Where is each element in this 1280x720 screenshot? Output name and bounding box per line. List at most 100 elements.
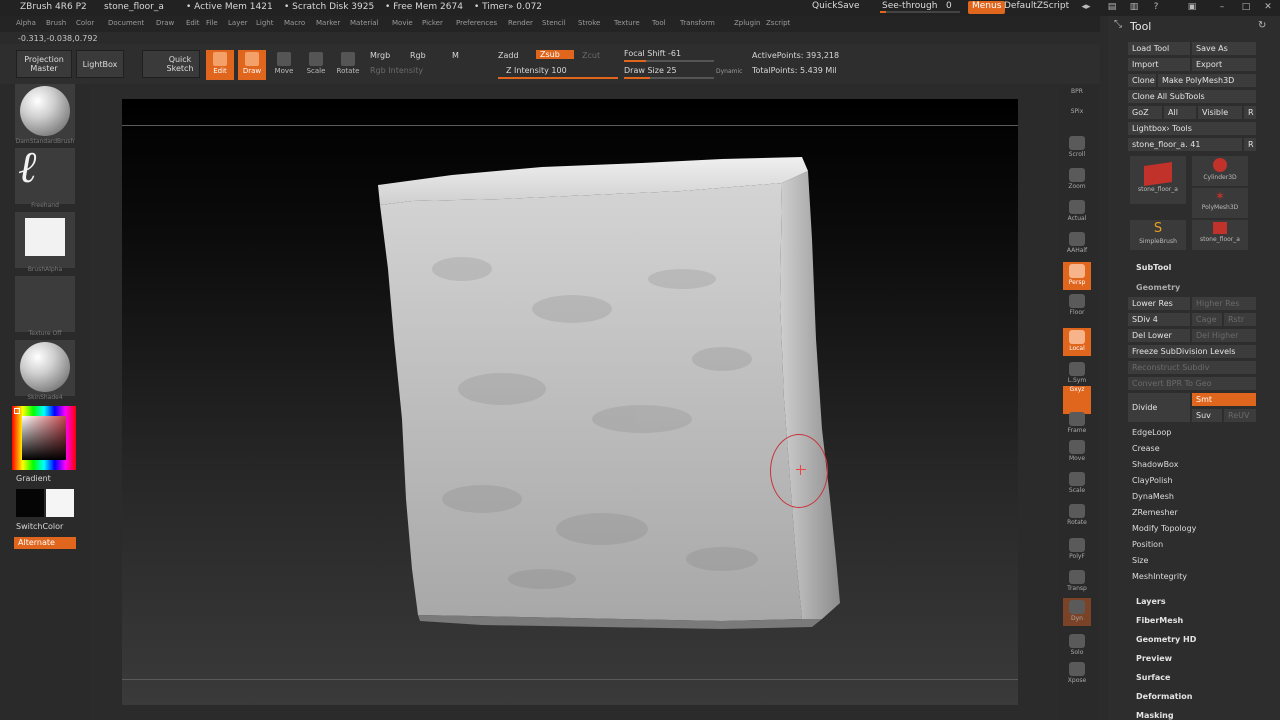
menu-render[interactable]: Render	[508, 19, 533, 27]
menu-transform[interactable]: Transform	[680, 19, 715, 27]
smt-button[interactable]: Smt	[1192, 393, 1256, 406]
draw-size-slider[interactable]: Draw Size 25	[624, 66, 677, 75]
quick-sketch-button[interactable]: Quick Sketch	[142, 50, 200, 78]
del-higher-button[interactable]: Del Higher	[1192, 329, 1256, 342]
preview-section[interactable]: Preview	[1136, 654, 1172, 663]
goz-button[interactable]: GoZ	[1128, 106, 1162, 119]
dynamic-button[interactable]: Dynamic	[716, 68, 742, 75]
menu-texture[interactable]: Texture	[614, 19, 640, 27]
make-polymesh-button[interactable]: Make PolyMesh3D	[1158, 74, 1256, 87]
save-as-button[interactable]: Save As	[1192, 42, 1256, 55]
sdiv-slider[interactable]: SDiv 4	[1128, 313, 1190, 326]
shelf-aahalf-button[interactable]: AAHalf	[1063, 230, 1091, 258]
subtool-section[interactable]: SubTool	[1136, 263, 1171, 272]
shelf-persp-button[interactable]: Persp	[1063, 262, 1091, 290]
goz-r-button[interactable]: R	[1244, 106, 1256, 119]
layout-icon[interactable]: ▤	[1106, 2, 1118, 13]
reconstruct-subdiv-button[interactable]: Reconstruct Subdiv	[1128, 361, 1256, 374]
shelf-xpose-button[interactable]: Xpose	[1063, 660, 1091, 688]
alternate-button[interactable]: Alternate	[14, 537, 76, 549]
menu-stroke[interactable]: Stroke	[578, 19, 600, 27]
color-saturation-square[interactable]	[22, 416, 66, 460]
projection-master-button[interactable]: Projection Master	[16, 50, 72, 78]
export-button[interactable]: Export	[1192, 58, 1256, 71]
edgeloop-section[interactable]: EdgeLoop	[1132, 428, 1171, 437]
dynamesh-section[interactable]: DynaMesh	[1132, 492, 1174, 501]
tool-thumb-simplebrush[interactable]: S SimpleBrush	[1130, 220, 1186, 250]
meshintegrity-section[interactable]: MeshIntegrity	[1132, 572, 1187, 581]
fibermesh-section[interactable]: FiberMesh	[1136, 616, 1183, 625]
shelf-polyf-button[interactable]: PolyF	[1063, 536, 1091, 564]
menu-movie[interactable]: Movie	[392, 19, 413, 27]
position-section[interactable]: Position	[1132, 540, 1163, 549]
zcut-button[interactable]: Zcut	[582, 51, 600, 60]
menu-zplugin[interactable]: Zplugin	[734, 19, 760, 27]
shelf-actual-button[interactable]: Actual	[1063, 198, 1091, 226]
del-lower-button[interactable]: Del Lower	[1128, 329, 1190, 342]
document-canvas[interactable]	[122, 99, 1018, 705]
menu-draw[interactable]: Draw	[156, 19, 174, 27]
rstr-button[interactable]: Rstr	[1224, 313, 1256, 326]
current-tool-r-button[interactable]: R	[1244, 138, 1256, 151]
lightbox-button[interactable]: LightBox	[76, 50, 124, 78]
maximize-icon[interactable]: □	[1240, 2, 1252, 13]
tool-thumb-cylinder[interactable]: Cylinder3D	[1192, 156, 1248, 186]
gradient-label[interactable]: Gradient	[16, 474, 51, 483]
crease-section[interactable]: Crease	[1132, 444, 1160, 453]
shelf-transp-button[interactable]: Transp	[1063, 568, 1091, 596]
texture-thumbnail[interactable]	[15, 276, 75, 332]
shelf-lsym-button[interactable]: L.Sym	[1063, 360, 1091, 388]
shelf-zoom-button[interactable]: Zoom	[1063, 166, 1091, 194]
geometry-section[interactable]: Geometry	[1136, 283, 1180, 292]
menu-file[interactable]: File	[206, 19, 218, 27]
menu-zscript[interactable]: Zscript	[766, 19, 790, 27]
goz-visible-button[interactable]: Visible	[1198, 106, 1242, 119]
draw-size-track[interactable]	[624, 77, 714, 79]
shelf-scale-button[interactable]: Scale	[1063, 470, 1091, 498]
color-picker[interactable]	[12, 406, 76, 470]
menu-material[interactable]: Material	[350, 19, 378, 27]
reuv-button[interactable]: ReUV	[1224, 409, 1256, 422]
deformation-section[interactable]: Deformation	[1136, 692, 1192, 701]
draw-button[interactable]: Draw	[238, 50, 266, 80]
scale-button[interactable]: Scale	[302, 50, 330, 80]
menu-tool[interactable]: Tool	[652, 19, 666, 27]
palette-close-icon[interactable]: ↻	[1258, 20, 1266, 31]
rotate-button[interactable]: Rotate	[334, 50, 362, 80]
shelf-floor-button[interactable]: Floor	[1063, 292, 1091, 320]
layout2-icon[interactable]: ▥	[1128, 2, 1140, 13]
menu-preferences[interactable]: Preferences	[456, 19, 497, 27]
tool-thumb-polymesh[interactable]: ✶ PolyMesh3D	[1192, 188, 1248, 218]
menu-light[interactable]: Light	[256, 19, 273, 27]
masking-section[interactable]: Masking	[1136, 711, 1174, 720]
shelf-rotate-button[interactable]: Rotate	[1063, 502, 1091, 530]
freeze-subdivision-button[interactable]: Freeze SubDivision Levels	[1128, 345, 1256, 358]
zremesher-section[interactable]: ZRemesher	[1132, 508, 1178, 517]
menu-edit[interactable]: Edit	[186, 19, 200, 27]
layers-section[interactable]: Layers	[1136, 597, 1166, 606]
convert-bpr-button[interactable]: Convert BPR To Geo	[1128, 377, 1256, 390]
zsub-button[interactable]: Zsub	[536, 50, 574, 59]
tool-thumb-stone-floor[interactable]: stone_floor_a	[1130, 156, 1186, 204]
zadd-button[interactable]: Zadd	[498, 51, 519, 60]
goz-all-button[interactable]: All	[1164, 106, 1196, 119]
suv-button[interactable]: Suv	[1192, 409, 1222, 422]
claypolish-section[interactable]: ClayPolish	[1132, 476, 1173, 485]
surface-section[interactable]: Surface	[1136, 673, 1170, 682]
menu-color[interactable]: Color	[76, 19, 94, 27]
menu-stencil[interactable]: Stencil	[542, 19, 566, 27]
switchcolor-button[interactable]: SwitchColor	[16, 522, 63, 531]
focal-shift-slider[interactable]: Focal Shift -61	[624, 49, 681, 58]
mrgb-button[interactable]: Mrgb	[370, 51, 390, 60]
current-tool-slider[interactable]: stone_floor_a. 41	[1128, 138, 1242, 151]
size-section[interactable]: Size	[1132, 556, 1148, 565]
shelf-move-button[interactable]: Move	[1063, 438, 1091, 466]
close-icon[interactable]: ✕	[1262, 2, 1274, 13]
tool-thumb-stone-floor-2[interactable]: stone_floor_a	[1192, 220, 1248, 250]
geometry-hd-section[interactable]: Geometry HD	[1136, 635, 1196, 644]
shelf-scroll-button[interactable]: Scroll	[1063, 134, 1091, 162]
clone-all-subtools-button[interactable]: Clone All SubTools	[1128, 90, 1256, 103]
lower-res-button[interactable]: Lower Res	[1128, 297, 1190, 310]
edit-button[interactable]: Edit	[206, 50, 234, 80]
lock-icon[interactable]: ▣	[1186, 2, 1198, 13]
